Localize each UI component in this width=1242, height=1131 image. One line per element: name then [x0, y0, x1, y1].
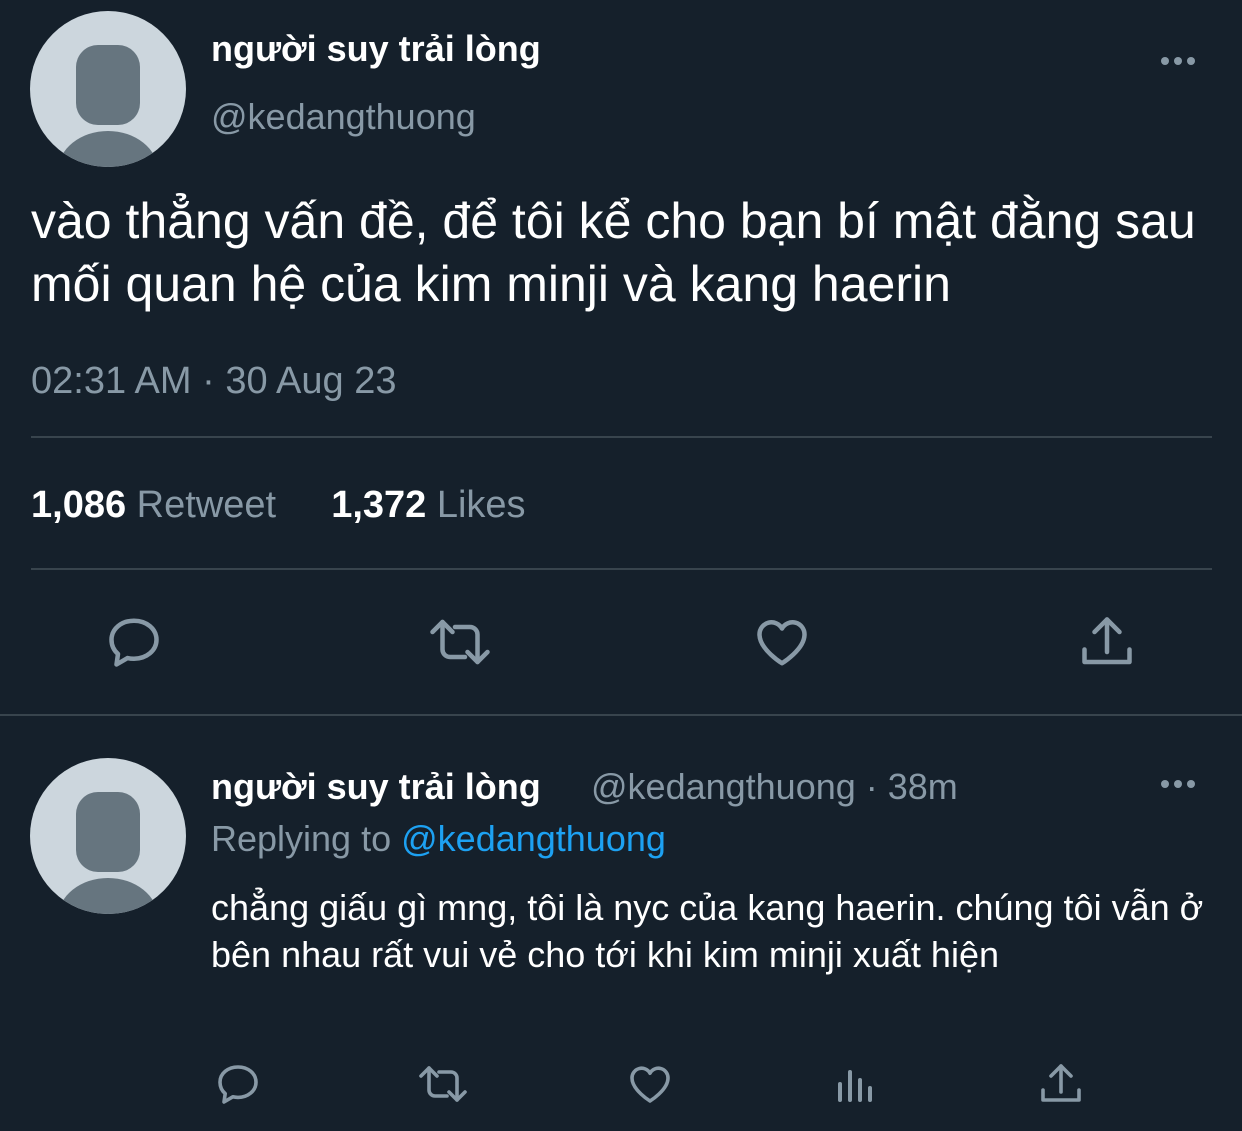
author-name[interactable]: người suy trải lòng: [211, 28, 541, 70]
tweet-text: vào thẳng vấn đề, để tôi kể cho bạn bí m…: [31, 193, 1196, 312]
avatar[interactable]: [30, 758, 186, 914]
share-icon[interactable]: [1077, 612, 1137, 672]
tweet-stats: 1,086 Retweet 1,372 Likes: [31, 484, 526, 527]
analytics-icon[interactable]: [832, 1060, 880, 1108]
main-tweet: người suy trải lòng @kedangthuong vào th…: [0, 0, 1242, 715]
divider: [31, 568, 1212, 570]
reply-icon[interactable]: [104, 612, 164, 672]
like-label[interactable]: Likes: [437, 484, 526, 526]
author-name[interactable]: người suy trải lòng: [211, 766, 541, 808]
author-handle[interactable]: @kedangthuong: [211, 96, 476, 138]
reply-text: chẳng giấu gì mng, tôi là nyc của kang h…: [211, 887, 1204, 975]
avatar-head-shape: [76, 792, 140, 872]
avatar-head-shape: [76, 45, 140, 125]
like-count[interactable]: 1,372: [331, 484, 426, 526]
tweet-timestamp[interactable]: 02:31 AM · 30 Aug 23: [31, 360, 397, 403]
reply-icon[interactable]: [214, 1060, 262, 1108]
replying-prefix: Replying to: [211, 818, 392, 859]
heart-icon[interactable]: [626, 1060, 674, 1108]
avatar-body-shape: [58, 878, 158, 914]
retweet-label[interactable]: Retweet: [137, 484, 276, 526]
avatar-body-shape: [58, 131, 158, 167]
replying-handle-link[interactable]: @kedangthuong: [401, 818, 666, 859]
section-divider: [0, 714, 1242, 716]
retweet-icon[interactable]: [416, 1060, 470, 1108]
divider: [31, 436, 1212, 438]
avatar[interactable]: [30, 11, 186, 167]
retweet-count[interactable]: 1,086: [31, 484, 126, 526]
more-options-icon[interactable]: [1161, 780, 1195, 788]
share-icon[interactable]: [1037, 1060, 1085, 1108]
replying-to: Replying to @kedangthuong: [211, 818, 666, 860]
retweet-icon[interactable]: [427, 612, 493, 672]
heart-icon[interactable]: [752, 612, 812, 672]
more-options-icon[interactable]: [1161, 57, 1195, 65]
tweet-thread-page: người suy trải lòng @kedangthuong vào th…: [0, 0, 1242, 1131]
author-handle-time[interactable]: @kedangthuong · 38m: [591, 766, 958, 808]
